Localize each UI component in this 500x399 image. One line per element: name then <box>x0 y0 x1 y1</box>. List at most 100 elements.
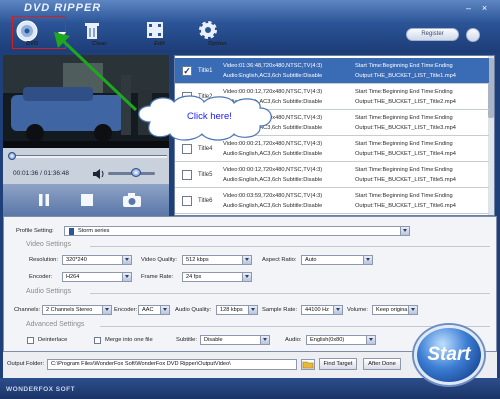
app-title: DVD RIPPER <box>24 2 102 14</box>
chevron-down-icon <box>122 256 131 264</box>
encoder-value: H264 <box>66 274 80 280</box>
video-quality-label: Video Quality: <box>141 257 177 263</box>
channels-value: 2 Channels Stereo <box>46 307 93 313</box>
profile-select[interactable]: Storm series <box>64 226 410 236</box>
film-edit-icon <box>147 22 163 38</box>
chevron-down-icon <box>122 273 131 281</box>
frame-rate-select[interactable]: 24 fps <box>182 272 252 282</box>
dvd-label: DVD <box>26 41 39 47</box>
seek-bar[interactable] <box>9 155 167 158</box>
video-quality-select[interactable]: 512 kbps <box>182 255 252 265</box>
chevron-down-icon <box>366 336 375 344</box>
option-button[interactable]: Option <box>198 20 242 48</box>
subtitle-value: Disable <box>204 337 223 343</box>
video-settings-title: Video Settings <box>26 241 72 248</box>
title-output-name: Output:THE_BUCKET_LIST_Title5.mp4 <box>355 177 456 183</box>
title-row[interactable]: Title6 Video:00:03:59,720x480,NTSC,TV(4:3… <box>175 188 489 214</box>
title-output-name: Output:THE_BUCKET_LIST_Title1.mp4 <box>355 73 456 79</box>
merge-checkbox[interactable] <box>94 337 101 344</box>
deinterlace-label: Deinterlace <box>38 337 68 343</box>
audio-quality-select[interactable]: 128 kbps <box>216 305 258 315</box>
audio-track-label: Audio: <box>285 337 302 343</box>
edit-button[interactable]: Edit <box>146 20 182 48</box>
title-video-info: Video:00:03:59,720x480,NTSC,TV(4:3) <box>223 193 323 199</box>
title-time-range: Start Time:Beginning End Time:Ending <box>355 63 453 69</box>
start-button[interactable]: Start <box>414 325 484 385</box>
title-audio-info: Audio:English,AC3,6ch Subtitle:Disable <box>223 177 323 183</box>
title-checkbox[interactable] <box>182 170 192 180</box>
sample-rate-value: 44100 Hz <box>305 307 329 313</box>
title-checkbox[interactable] <box>182 196 192 206</box>
title-row[interactable]: ✓ Title1 Video:01:36:48,720x480,NTSC,TV(4:… <box>175 58 489 84</box>
brand-logo: WONDERFOX SOFT <box>6 386 76 393</box>
callout-text: Click here! <box>187 111 232 122</box>
close-button[interactable]: × <box>478 3 491 14</box>
chevron-down-icon <box>260 336 269 344</box>
output-folder-field[interactable]: C:\Program Files\WonderFox Soft\WonderFo… <box>47 359 297 370</box>
channels-select[interactable]: 2 Channels Stereo <box>42 305 112 315</box>
start-label: Start <box>427 344 471 365</box>
audio-encoder-label: Encoder: <box>114 307 138 313</box>
camera-icon[interactable] <box>122 192 142 208</box>
advanced-settings-title: Advanced Settings <box>26 321 85 328</box>
encoder-select[interactable]: H264 <box>62 272 132 282</box>
profile-label: Profile Setting: <box>16 228 54 234</box>
aspect-ratio-select[interactable]: Auto <box>301 255 373 265</box>
register-button[interactable]: Register <box>406 28 459 41</box>
time-readout: 00:01:36 / 01:36:48 <box>13 170 70 177</box>
audio-encoder-select[interactable]: AAC <box>138 305 170 315</box>
find-target-button[interactable]: Find Target <box>319 358 357 370</box>
resolution-select[interactable]: 320*240 <box>62 255 132 265</box>
sample-rate-label: Sample Rate: <box>262 307 298 313</box>
video-quality-value: 512 kbps <box>186 257 209 263</box>
frame-rate-label: Frame Rate: <box>141 274 174 280</box>
sample-rate-select[interactable]: 44100 Hz <box>301 305 343 315</box>
minimize-button[interactable]: – <box>462 3 475 14</box>
chevron-down-icon <box>363 256 372 264</box>
volume-icon[interactable] <box>93 169 105 179</box>
chevron-down-icon <box>248 306 257 314</box>
title-name: Title5 <box>198 172 213 178</box>
title-checkbox[interactable]: ✓ <box>182 66 192 76</box>
browse-folder-button[interactable] <box>301 359 315 370</box>
merge-label: Merge into one file <box>105 337 153 343</box>
player-controls: 00:01:36 / 01:36:48 <box>3 148 169 184</box>
stop-icon[interactable] <box>79 192 95 208</box>
title-time-range: Start Time:Beginning End Time:Ending <box>355 115 453 121</box>
chevron-down-icon <box>408 306 417 314</box>
chevron-down-icon <box>242 256 251 264</box>
pause-icon[interactable] <box>36 192 52 208</box>
title-video-info: Video:01:36:48,720x480,NTSC,TV(4:3) <box>223 63 323 69</box>
title-row[interactable]: Title5 Video:00:00:12,720x480,NTSC,TV(4:3… <box>175 162 489 188</box>
resolution-label: Resolution: <box>29 257 59 263</box>
title-time-range: Start Time:Beginning End Time:Ending <box>355 193 453 199</box>
volume-select[interactable]: Keep origina <box>372 305 418 315</box>
gear-icon <box>199 21 217 39</box>
title-name: Title6 <box>198 198 213 204</box>
aspect-ratio-value: Auto <box>305 257 317 263</box>
channels-label: Channels: <box>14 307 41 313</box>
title-output-name: Output:THE_BUCKET_LIST_Title6.mp4 <box>355 203 456 209</box>
title-time-range: Start Time:Beginning End Time:Ending <box>355 89 453 95</box>
deinterlace-checkbox[interactable] <box>27 337 34 344</box>
chevron-down-icon <box>242 273 251 281</box>
title-audio-info: Audio:English,AC3,6ch Subtitle:Disable <box>223 203 323 209</box>
volume-label: Volume: <box>347 307 368 313</box>
user-icon[interactable] <box>466 28 480 42</box>
output-folder-label: Output Folder: <box>7 361 45 367</box>
subtitle-select[interactable]: Disable <box>200 335 270 345</box>
volume-handle[interactable] <box>131 168 141 177</box>
chevron-down-icon <box>400 227 409 235</box>
playback-buttons <box>3 184 169 216</box>
title-name: Title4 <box>198 146 213 152</box>
audio-track-select[interactable]: English(0x80) <box>306 335 376 345</box>
title-checkbox[interactable] <box>182 144 192 154</box>
seek-handle[interactable] <box>8 152 16 160</box>
divider <box>100 326 490 327</box>
title-output-name: Output:THE_BUCKET_LIST_Title3.mp4 <box>355 125 456 131</box>
device-icon <box>69 228 74 235</box>
after-done-button[interactable]: After Done <box>363 358 401 370</box>
divider <box>90 293 490 294</box>
title-time-range: Start Time:Beginning End Time:Ending <box>355 167 453 173</box>
chevron-down-icon <box>102 306 111 314</box>
